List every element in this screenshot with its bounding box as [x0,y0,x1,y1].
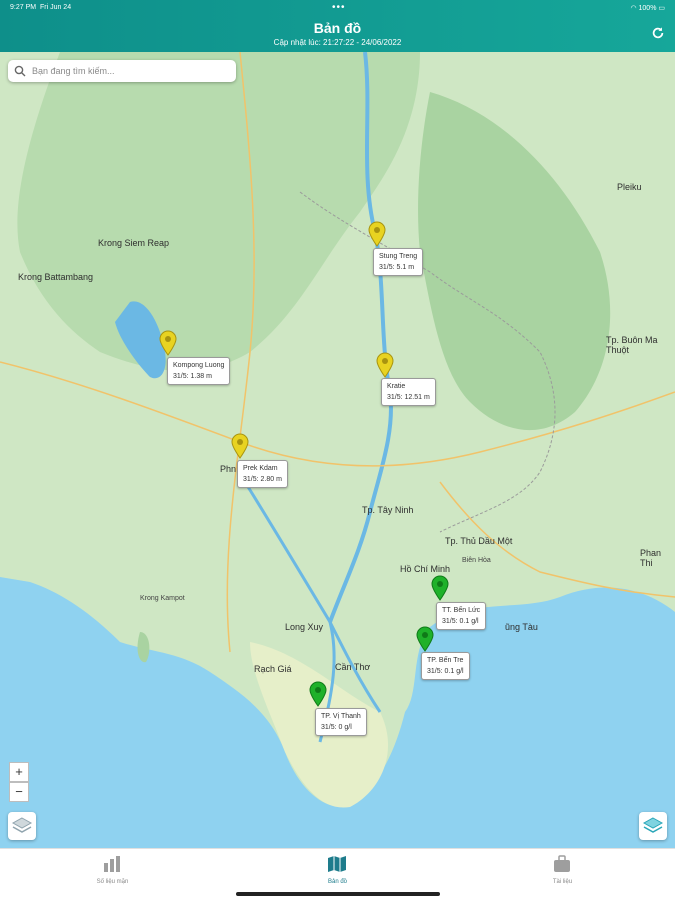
map-label-pleiku: Pleiku [617,182,642,192]
map-label-bien-hoa: Biên Hòa [462,557,491,564]
status-time: 9:27 PM Fri Jun 24 [10,4,72,11]
globe-layers-icon [642,817,664,833]
map-label-vung-tau: ũng Tàu [505,622,538,632]
map-pin-stung-treng[interactable] [368,221,386,247]
map-icon [328,856,346,872]
map-label-battambang: Krong Battambang [18,272,94,282]
layers-icon [11,817,33,833]
tab-label: Tài liệu [552,879,573,885]
marker-callout[interactable]: TT. Bến Lức 31/5: 0.1 g/l [436,602,487,630]
battery-icon: ▭ [658,5,665,12]
tab-salinity-data[interactable]: Số liệu mặn [0,849,225,901]
status-battery: ◠ 100% ▭ [630,5,665,12]
marker-value: 31/5: 1.38 m [173,373,212,380]
map-pin-kratie[interactable] [376,352,394,378]
layers-button[interactable] [8,812,36,840]
marker-value: 31/5: 5.1 m [379,264,415,271]
marker-callout[interactable]: Kompong Luong 31/5: 1.38 m [167,357,231,385]
map-label-can-tho: Cần Thơ [335,662,371,672]
marker-value: 31/5: 12.51 m [387,394,430,401]
map-pin-kompong-luong[interactable] [159,330,177,356]
map-label-long-xuyen: Long Xuy [285,622,324,632]
briefcase-icon [554,855,570,872]
last-updated-text: Cập nhật lúc: 21:27:22 - 24/06/2022 [273,38,402,47]
marker-callout[interactable]: Stung Treng 31/5: 5.1 m [373,248,424,276]
wifi-icon: ◠ [630,5,637,12]
marker-name: Stung Treng [379,253,418,260]
marker-name: TP. Bến Tre [427,657,464,664]
search-placeholder: Bạn đang tìm kiếm... [32,66,115,76]
map-label-rach-gia: Rạch Giá [254,664,292,674]
marker-callout[interactable]: TP. Bến Tre 31/5: 0.1 g/l [421,652,470,680]
home-indicator [236,892,440,896]
marker-name: Kompong Luong [173,362,225,369]
map-pin-ben-luc[interactable] [431,575,449,601]
page-title: Bản đồ [313,20,362,36]
search-box[interactable]: Bạn đang tìm kiếm... [8,60,236,82]
tab-label: Bản đồ [327,879,348,885]
map-label-ho-chi-minh: Hồ Chí Minh [400,564,451,574]
map-pin-vi-thanh[interactable] [309,681,327,707]
marker-callout[interactable]: Kratie 31/5: 12.51 m [381,378,436,406]
marker-name: TT. Bến Lức [442,607,481,614]
marker-name: Kratie [387,383,406,390]
refresh-icon[interactable] [651,26,665,40]
marker-name: TP. Vị Thanh [321,713,361,720]
map-label-phnom-penh: Phn [220,464,237,474]
map-pin-prek-kdam[interactable] [231,433,249,459]
map-label-phan-thiet: Phan Thi [640,548,662,568]
map-view[interactable]: Krong Siem Reap Krong Battambang Phn Tp.… [0,52,675,848]
marker-value: 31/5: 0.1 g/l [442,618,479,625]
map-label-tay-ninh: Tp. Tây Ninh [362,505,414,515]
map-label-siem-reap: Krong Siem Reap [98,238,170,248]
map-label-kampot: Krong Kampot [140,595,185,602]
map-label-buon-ma-thuot: Tp. Buôn Ma Thuột [606,335,658,355]
app-header: 9:27 PM Fri Jun 24 ••• ◠ 100% ▭ Bản đồ C… [0,0,675,52]
marker-value: 31/5: 0.1 g/l [427,668,464,675]
marker-value: 31/5: 0 g/l [321,724,352,731]
basemap-toggle-button[interactable] [639,812,667,840]
marker-name: Prek Kdam [243,465,278,472]
tab-documents[interactable]: Tài liệu [450,849,675,901]
zoom-in-button[interactable]: + [9,762,29,782]
search-icon [14,65,26,77]
tab-label: Số liệu mặn [96,879,129,885]
bar-chart-icon [104,856,120,872]
map-pin-ben-tre[interactable] [416,626,434,652]
marker-callout[interactable]: Prek Kdam 31/5: 2.80 m [237,460,288,488]
multitask-dots[interactable]: ••• [332,2,346,13]
marker-value: 31/5: 2.80 m [243,476,282,483]
marker-callout[interactable]: TP. Vị Thanh 31/5: 0 g/l [315,708,367,736]
zoom-out-button[interactable]: − [9,782,29,802]
map-label-thu-dau-mot: Tp. Thủ Dầu Một [445,536,513,546]
